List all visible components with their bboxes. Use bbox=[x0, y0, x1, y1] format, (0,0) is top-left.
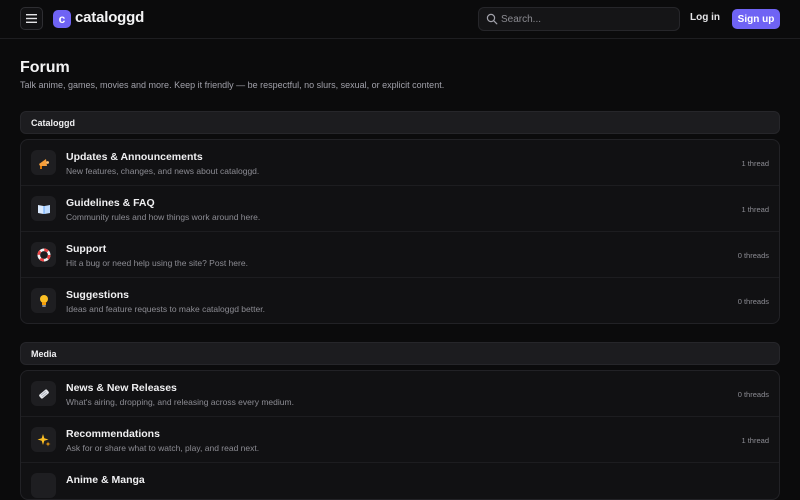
thread-count: 1 thread bbox=[741, 205, 769, 214]
page-subtitle: Talk anime, games, movies and more. Keep… bbox=[20, 80, 445, 90]
category-title[interactable]: Guidelines & FAQ bbox=[66, 197, 155, 209]
category-title[interactable]: News & New Releases bbox=[66, 382, 177, 394]
menu-button[interactable] bbox=[20, 7, 43, 30]
forum-category-row[interactable]: Updates & Announcements New features, ch… bbox=[21, 140, 779, 186]
book-icon bbox=[31, 196, 56, 221]
category-description: Ask for or share what to watch, play, an… bbox=[66, 443, 260, 453]
forum-category-row[interactable]: Anime & Manga bbox=[21, 463, 779, 499]
section-list-media: News & New Releases What's airing, dropp… bbox=[20, 370, 780, 500]
category-title[interactable]: Support bbox=[66, 243, 106, 255]
section-header-media: Media bbox=[20, 342, 780, 365]
forum-category-row[interactable]: Suggestions Ideas and feature requests t… bbox=[21, 278, 779, 323]
category-title[interactable]: Suggestions bbox=[66, 289, 129, 301]
section-header-cataloggd: Cataloggd bbox=[20, 111, 780, 134]
category-title[interactable]: Recommendations bbox=[66, 428, 160, 440]
category-description: New features, changes, and news about ca… bbox=[66, 166, 260, 176]
search-input[interactable] bbox=[501, 9, 671, 29]
category-title[interactable]: Anime & Manga bbox=[66, 474, 145, 486]
logo-icon[interactable]: c bbox=[53, 10, 71, 28]
search-icon bbox=[486, 13, 498, 25]
section-title: Cataloggd bbox=[31, 118, 75, 128]
lifebuoy-icon bbox=[31, 242, 56, 267]
thread-count: 0 threads bbox=[737, 297, 769, 306]
newspaper-icon bbox=[31, 381, 56, 406]
section-title: Media bbox=[31, 349, 57, 359]
search-box[interactable] bbox=[478, 7, 680, 31]
category-title[interactable]: Updates & Announcements bbox=[66, 151, 203, 163]
category-description: What's airing, dropping, and releasing a… bbox=[66, 397, 294, 407]
category-description: Ideas and feature requests to make catal… bbox=[66, 304, 265, 314]
category-description: Hit a bug or need help using the site? P… bbox=[66, 258, 248, 268]
forum-category-row[interactable]: Guidelines & FAQ Community rules and how… bbox=[21, 186, 779, 232]
top-navbar: c cataloggd Log in Sign up bbox=[0, 0, 800, 39]
category-description: Community rules and how things work arou… bbox=[66, 212, 261, 222]
brand-name[interactable]: cataloggd bbox=[75, 9, 144, 26]
hamburger-menu-icon bbox=[26, 14, 37, 23]
signup-button[interactable]: Sign up bbox=[732, 9, 780, 29]
thread-count: 0 threads bbox=[737, 251, 769, 260]
forum-category-row[interactable]: Support Hit a bug or need help using the… bbox=[21, 232, 779, 278]
login-link[interactable]: Log in bbox=[690, 12, 720, 23]
lightbulb-icon bbox=[31, 288, 56, 313]
thread-count: 1 thread bbox=[741, 436, 769, 445]
section-list-cataloggd: Updates & Announcements New features, ch… bbox=[20, 139, 780, 324]
thread-count: 0 threads bbox=[737, 390, 769, 399]
thread-count: 1 thread bbox=[741, 159, 769, 168]
page-title: Forum bbox=[20, 59, 70, 76]
sparkles-icon bbox=[31, 427, 56, 452]
forum-category-row[interactable]: Recommendations Ask for or share what to… bbox=[21, 417, 779, 463]
forum-category-row[interactable]: News & New Releases What's airing, dropp… bbox=[21, 371, 779, 417]
megaphone-icon bbox=[31, 150, 56, 175]
manga-icon bbox=[31, 473, 56, 498]
